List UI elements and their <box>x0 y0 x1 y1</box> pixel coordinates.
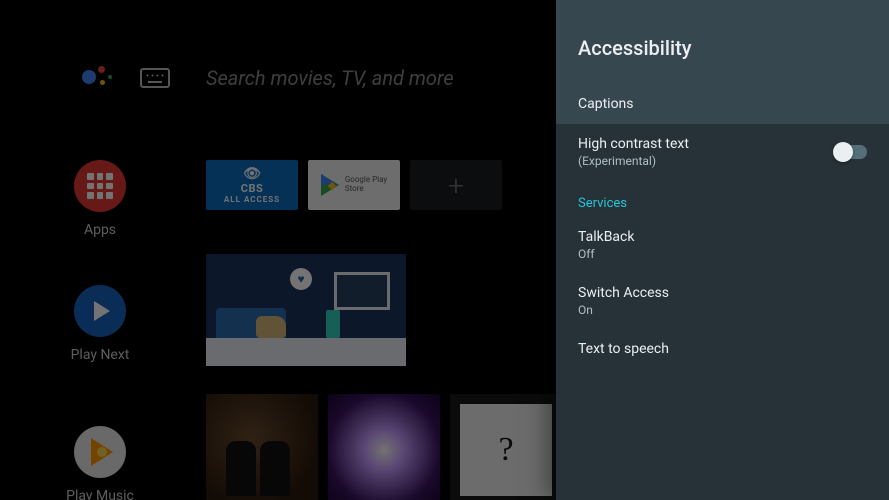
plus-icon: + <box>448 169 464 202</box>
keyboard-icon[interactable] <box>140 68 170 88</box>
play-next-row: ♥ <box>206 254 406 366</box>
settings-item-switch-access[interactable]: Switch Access On <box>556 273 889 329</box>
assistant-icon[interactable] <box>82 62 114 94</box>
services-section-header: Services <box>556 180 889 217</box>
play-music-icon <box>74 426 126 478</box>
play-music-row <box>206 394 562 500</box>
switch-access-status: On <box>578 303 669 317</box>
captions-label: Captions <box>578 96 634 112</box>
high-contrast-label: High contrast text <box>578 136 689 152</box>
settings-item-text-to-speech[interactable]: Text to speech <box>556 329 889 369</box>
apps-icon <box>74 160 126 212</box>
music-card[interactable] <box>206 394 318 500</box>
panel-title: Accessibility <box>556 0 889 84</box>
high-contrast-toggle[interactable] <box>835 145 867 159</box>
search-row: Search movies, TV, and more <box>82 62 454 94</box>
settings-item-talkback[interactable]: TalkBack Off <box>556 217 889 273</box>
settings-item-captions[interactable]: Captions <box>556 84 889 124</box>
music-card[interactable] <box>328 394 440 500</box>
rail-apps[interactable]: Apps <box>60 160 140 238</box>
music-card[interactable] <box>450 394 562 500</box>
tile-google-play-store[interactable]: Google Play Store <box>308 160 400 210</box>
rail-play-next-label: Play Next <box>60 347 140 363</box>
rail-apps-label: Apps <box>60 222 140 238</box>
talkback-status: Off <box>578 247 634 261</box>
rail-play-music-label: Play Music <box>60 488 140 500</box>
play-next-card[interactable]: ♥ <box>206 254 406 366</box>
tile-cbs-label-1: CBS <box>241 182 264 195</box>
rail-play-music[interactable]: Play Music <box>60 426 140 500</box>
high-contrast-sublabel: (Experimental) <box>578 154 689 168</box>
play-next-icon <box>74 285 126 337</box>
tile-play-label: Google Play Store <box>345 176 387 194</box>
accessibility-panel: Accessibility Captions High contrast tex… <box>556 0 889 500</box>
switch-access-label: Switch Access <box>578 285 669 301</box>
tile-cbs-all-access[interactable]: 👁 CBS ALL ACCESS <box>206 160 298 210</box>
settings-item-high-contrast[interactable]: High contrast text (Experimental) <box>556 124 889 180</box>
tile-cbs-label-2: ALL ACCESS <box>224 195 280 204</box>
tts-label: Text to speech <box>578 341 669 357</box>
heart-icon: ♥ <box>290 268 312 290</box>
google-play-icon <box>321 174 339 196</box>
talkback-label: TalkBack <box>578 229 634 245</box>
rail-play-next[interactable]: Play Next <box>60 285 140 363</box>
search-input[interactable]: Search movies, TV, and more <box>206 66 454 90</box>
apps-tiles-row: 👁 CBS ALL ACCESS Google Play Store + <box>206 160 502 210</box>
tile-add-app[interactable]: + <box>410 160 502 210</box>
